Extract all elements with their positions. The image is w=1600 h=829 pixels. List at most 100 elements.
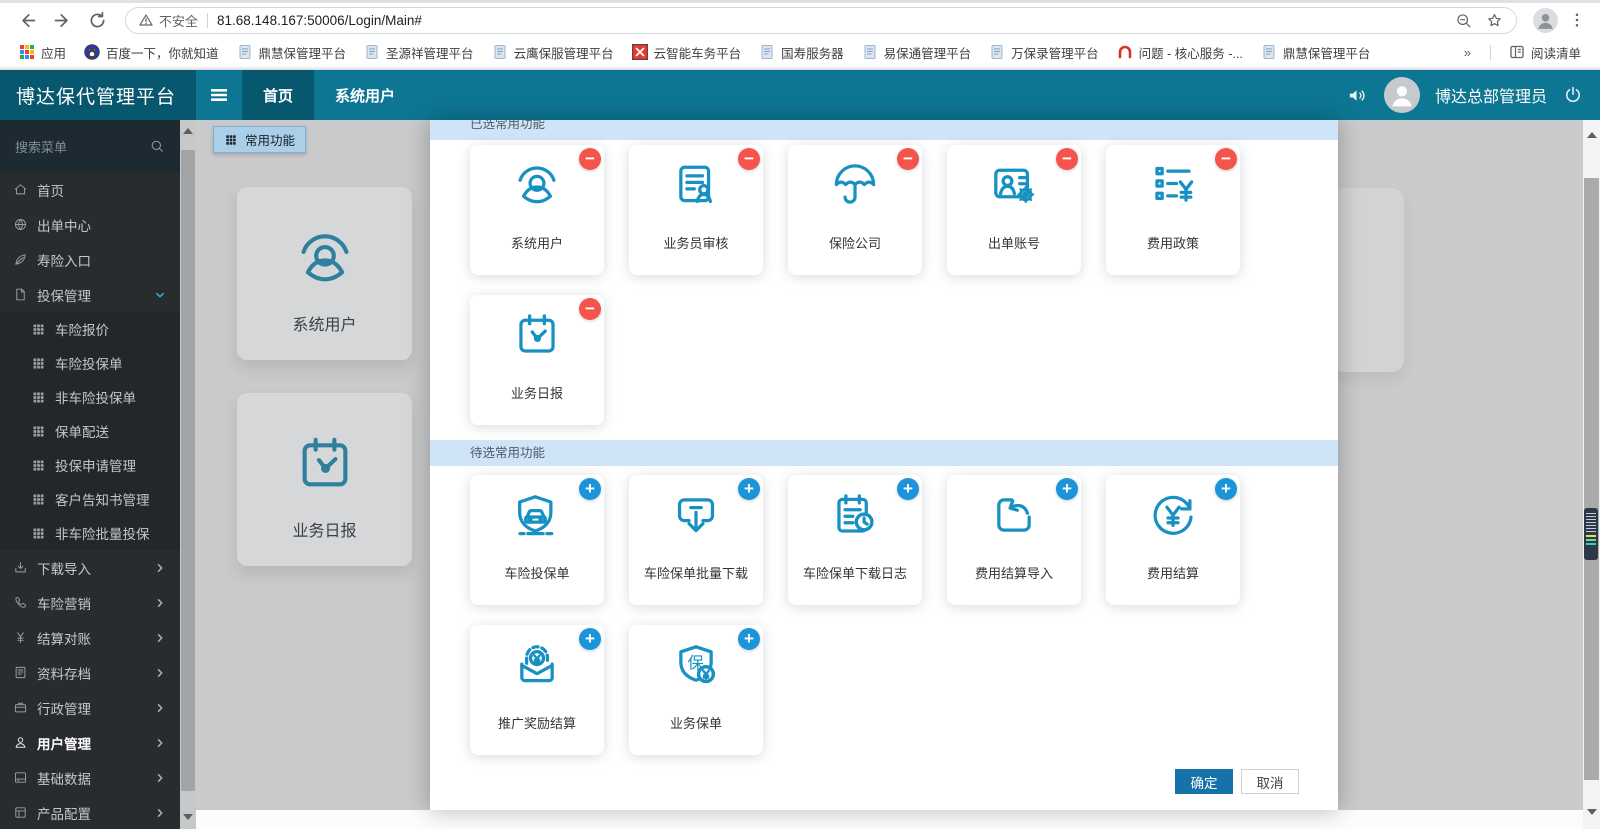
globe-icon <box>13 217 28 232</box>
cancel-button[interactable]: 取消 <box>1241 769 1299 794</box>
sidebar-item[interactable]: 客户告知书管理 <box>0 482 180 516</box>
function-card[interactable]: − 出单账号 <box>947 145 1081 275</box>
logout-power-icon[interactable] <box>1562 84 1584 106</box>
bookmark-item[interactable]: 万保录管理平台 <box>980 40 1108 65</box>
remove-badge-icon[interactable]: − <box>897 148 919 170</box>
url-text[interactable]: 81.68.148.167:50006/Login/Main# <box>217 13 1442 28</box>
profile-avatar-icon[interactable] <box>1533 7 1558 33</box>
sidebar-item[interactable]: 非车险批量投保 <box>0 516 180 550</box>
window-scrollbar[interactable] <box>1583 120 1600 829</box>
function-card[interactable]: + 推广奖励结算 <box>470 625 604 755</box>
app-tab[interactable]: 系统用户 <box>314 70 416 120</box>
sidebar-item-label: 车险营销 <box>37 596 91 612</box>
add-badge-icon[interactable]: + <box>579 478 601 500</box>
sidebar-item[interactable]: 结算对账 <box>0 620 180 655</box>
bookmark-item[interactable]: 鼎慧保管理平台 <box>1252 40 1380 65</box>
sidebar-toggle-button[interactable] <box>196 70 242 120</box>
bookmark-item[interactable]: 云鹰保服管理平台 <box>483 40 623 65</box>
sidebar-item[interactable]: 行政管理 <box>0 690 180 725</box>
bookmark-item[interactable]: 鼎慧保管理平台 <box>228 40 356 65</box>
sidebar-scrollbar[interactable] <box>180 120 196 829</box>
user-avatar[interactable] <box>1383 77 1420 113</box>
bookmark-item[interactable]: 云智能车务平台 <box>623 40 751 65</box>
add-badge-icon[interactable]: + <box>738 628 760 650</box>
address-bar[interactable]: 不安全 81.68.148.167:50006/Login/Main# <box>125 6 1517 34</box>
sidebar-item[interactable]: 车险报价 <box>0 312 180 346</box>
bookmarks-overflow[interactable]: » <box>1454 45 1481 60</box>
sidebar-search[interactable]: 搜索菜单 <box>0 120 180 172</box>
bookmark-item[interactable]: 百度一下，你就知道 <box>75 40 228 65</box>
function-card[interactable]: − 业务员审核 <box>629 145 763 275</box>
page-bottom-strip <box>196 810 1583 829</box>
sidebar-item[interactable]: 基础数据 <box>0 760 180 795</box>
sidebar-item[interactable]: 首页 <box>0 172 180 207</box>
sidebar-item[interactable]: 用户管理 <box>0 725 180 760</box>
speaker-icon[interactable] <box>1346 84 1369 107</box>
function-card[interactable]: − 业务日报 <box>470 295 604 425</box>
bookmark-label: 国寿服务器 <box>781 46 844 61</box>
sidebar-item[interactable]: 资料存档 <box>0 655 180 690</box>
quick-functions-button[interactable]: 常用功能 <box>213 126 307 153</box>
window-scrollbar-thumb[interactable] <box>1584 178 1599 780</box>
background-function-card[interactable]: 系统用户 <box>237 187 412 360</box>
confirm-button[interactable]: 确定 <box>1175 769 1233 794</box>
bookmark-item[interactable]: 国寿服务器 <box>750 40 853 65</box>
function-card[interactable]: + 车险保单批量下载 <box>629 475 763 605</box>
sidebar-item[interactable]: 车险营销 <box>0 585 180 620</box>
search-input[interactable]: 搜索菜单 <box>15 137 149 156</box>
phone-icon <box>13 595 28 610</box>
function-card[interactable]: + 车险投保单 <box>470 475 604 605</box>
reading-list-button[interactable]: 阅读清单 <box>1500 40 1590 65</box>
calendar-clock-icon <box>292 431 358 497</box>
scroll-down-icon[interactable] <box>1587 809 1597 815</box>
username[interactable]: 博达总部管理员 <box>1435 83 1547 107</box>
add-badge-icon[interactable]: + <box>738 478 760 500</box>
function-card[interactable]: − 保险公司 <box>788 145 922 275</box>
sidebar-item-label: 用户管理 <box>37 736 91 752</box>
scroll-up-icon[interactable] <box>183 128 193 134</box>
sidebar-item[interactable]: 产品配置 <box>0 795 180 829</box>
sidebar-item[interactable]: 非车险投保单 <box>0 380 180 414</box>
sidebar-item[interactable]: 投保申请管理 <box>0 448 180 482</box>
grid-icon <box>31 492 46 507</box>
remove-badge-icon[interactable]: − <box>579 148 601 170</box>
bookmark-star-icon[interactable] <box>1485 11 1504 30</box>
function-card[interactable]: + 车险保单下载日志 <box>788 475 922 605</box>
function-card[interactable]: + 费用结算导入 <box>947 475 1081 605</box>
chrome-menu-icon[interactable] <box>1568 11 1586 29</box>
add-badge-icon[interactable]: + <box>897 478 919 500</box>
function-card[interactable]: + 费用结算 <box>1106 475 1240 605</box>
reload-icon[interactable] <box>87 10 108 31</box>
scroll-up-icon[interactable] <box>1587 132 1597 138</box>
function-card[interactable]: − 费用政策 <box>1106 145 1240 275</box>
remove-badge-icon[interactable]: − <box>579 298 601 320</box>
app-tab[interactable]: 首页 <box>242 70 315 120</box>
sidebar-item[interactable]: 出单中心 <box>0 207 180 242</box>
sidebar-scrollbar-thumb[interactable] <box>181 150 195 791</box>
add-badge-icon[interactable]: + <box>1215 478 1237 500</box>
bookmark-item[interactable]: 易保通管理平台 <box>853 40 981 65</box>
search-icon[interactable] <box>149 138 165 154</box>
sidebar-item[interactable]: 投保管理 <box>0 277 180 312</box>
forward-icon[interactable] <box>52 10 73 31</box>
sidebar-item[interactable]: 下载导入 <box>0 550 180 585</box>
add-badge-icon[interactable]: + <box>1056 478 1078 500</box>
extension-handle[interactable] <box>1584 508 1598 560</box>
sidebar-item[interactable]: 寿险入口 <box>0 242 180 277</box>
remove-badge-icon[interactable]: − <box>1215 148 1237 170</box>
background-function-card[interactable]: 业务日报 <box>237 393 412 566</box>
remove-badge-icon[interactable]: − <box>738 148 760 170</box>
sidebar-item[interactable]: 保单配送 <box>0 414 180 448</box>
bookmark-item[interactable]: 问题 - 核心服务 -... <box>1108 40 1252 65</box>
zoom-out-icon[interactable] <box>1454 11 1473 30</box>
add-badge-icon[interactable]: + <box>579 628 601 650</box>
function-card[interactable]: − 系统用户 <box>470 145 604 275</box>
remove-badge-icon[interactable]: − <box>1056 148 1078 170</box>
bookmark-item[interactable]: 圣源祥管理平台 <box>355 40 483 65</box>
back-icon[interactable] <box>17 10 38 31</box>
security-chip[interactable]: 不安全 <box>138 11 198 30</box>
function-card[interactable]: + 保业务保单 <box>629 625 763 755</box>
sidebar-item[interactable]: 车险投保单 <box>0 346 180 380</box>
apps-shortcut[interactable]: 应用 <box>10 40 75 65</box>
scroll-down-icon[interactable] <box>183 814 193 820</box>
